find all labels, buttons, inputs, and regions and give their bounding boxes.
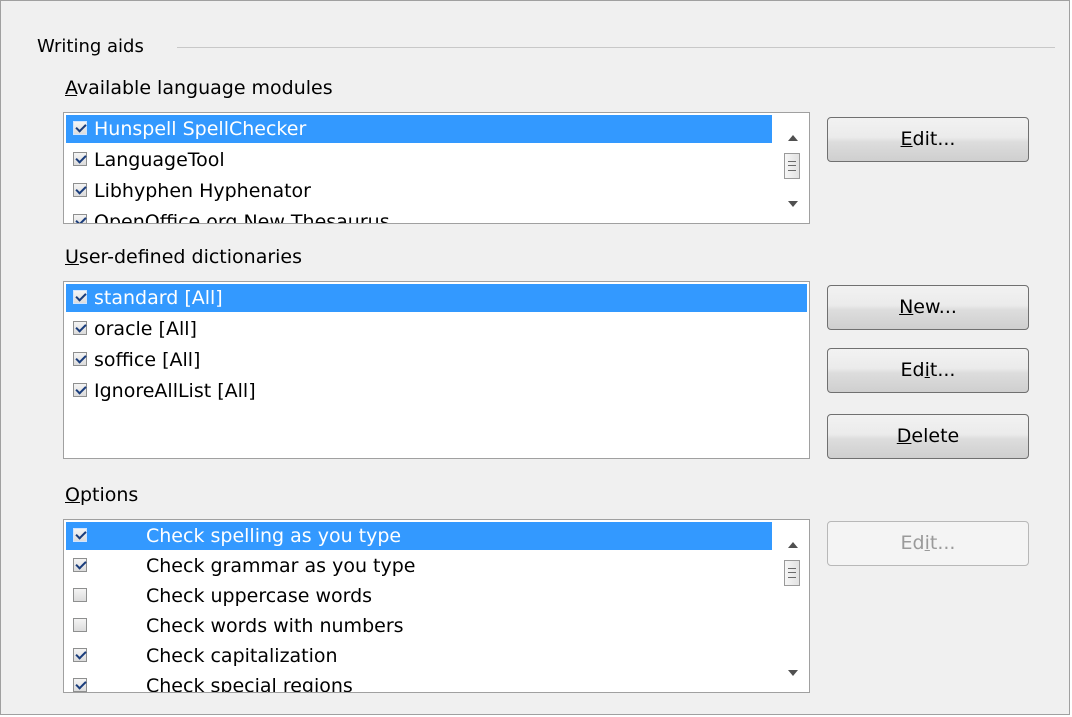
module-item-label: OpenOffice.org New Thesaurus <box>94 211 390 224</box>
checkbox[interactable] <box>73 558 87 572</box>
dictionary-item[interactable]: soffice [All] <box>66 346 807 374</box>
modules-label: Available language modules <box>65 77 333 99</box>
option-item[interactable]: Check grammar as you type <box>66 552 772 580</box>
checkbox[interactable] <box>73 321 87 335</box>
option-item[interactable]: Check spelling as you type <box>66 522 772 550</box>
checkbox[interactable] <box>73 121 87 135</box>
option-item-label: Check words with numbers <box>146 615 404 637</box>
checkbox[interactable] <box>73 290 87 304</box>
scroll-down-arrow-icon[interactable] <box>788 670 798 676</box>
scroll-thumb[interactable] <box>784 560 800 586</box>
module-item-label: LanguageTool <box>94 149 225 171</box>
scroll-up-arrow-icon[interactable] <box>788 542 798 548</box>
module-item[interactable]: LanguageTool <box>66 146 772 174</box>
checkbox[interactable] <box>73 214 87 223</box>
checkbox[interactable] <box>73 618 87 632</box>
module-item[interactable]: Hunspell SpellChecker <box>66 115 772 143</box>
options-label: Options <box>65 484 139 506</box>
option-item[interactable]: Check capitalization <box>66 642 772 670</box>
dictionary-item-label: soffice [All] <box>94 349 201 371</box>
new-dictionary-button[interactable]: New... <box>827 285 1029 330</box>
module-item-label: Libhyphen Hyphenator <box>94 180 311 202</box>
group-separator <box>177 47 1055 48</box>
modules-edit-button[interactable]: Edit... <box>827 117 1029 162</box>
dictionary-item[interactable]: IgnoreAllList [All] <box>66 377 807 405</box>
checkbox[interactable] <box>73 383 87 397</box>
option-item-label: Check grammar as you type <box>146 555 416 577</box>
checkbox[interactable] <box>73 183 87 197</box>
dictionary-item[interactable]: oracle [All] <box>66 315 807 343</box>
group-title: Writing aids <box>37 36 144 57</box>
dictionary-item[interactable]: standard [All] <box>66 284 807 312</box>
checkbox[interactable] <box>73 152 87 166</box>
option-item-label: Check spelling as you type <box>146 525 402 547</box>
module-item[interactable]: OpenOffice.org New Thesaurus <box>66 208 772 224</box>
options-list[interactable]: Check spelling as you type Check grammar … <box>63 519 810 693</box>
modules-list[interactable]: Hunspell SpellChecker LanguageTool Libhyph… <box>63 112 810 224</box>
scroll-down-arrow-icon[interactable] <box>788 201 798 207</box>
checkbox[interactable] <box>73 678 87 692</box>
dictionaries-list[interactable]: standard [All] oracle [All] soffice [All] I… <box>63 281 810 459</box>
edit-dictionary-button[interactable]: Edit... <box>827 348 1029 393</box>
option-item[interactable]: Check words with numbers <box>66 612 772 640</box>
option-item-label: Check capitalization <box>146 645 338 667</box>
option-item[interactable]: Check special regions <box>66 672 772 693</box>
option-item-label: Check special regions <box>146 675 353 693</box>
module-item-label: Hunspell SpellChecker <box>94 118 307 140</box>
module-item[interactable]: Libhyphen Hyphenator <box>66 177 772 205</box>
checkbox[interactable] <box>73 588 87 602</box>
checkbox[interactable] <box>73 528 87 542</box>
modules-scrollbar[interactable] <box>775 113 809 223</box>
option-item-label: Check uppercase words <box>146 585 373 607</box>
checkbox[interactable] <box>73 352 87 366</box>
scroll-up-arrow-icon[interactable] <box>788 135 798 141</box>
delete-dictionary-button[interactable]: Delete <box>827 414 1029 459</box>
scroll-thumb[interactable] <box>784 153 800 179</box>
dictionary-item-label: oracle [All] <box>94 318 197 340</box>
options-edit-button[interactable]: Edit... <box>827 521 1029 566</box>
dictionary-item-label: IgnoreAllList [All] <box>94 380 256 402</box>
dictionaries-label: User-defined dictionaries <box>65 246 303 268</box>
writing-aids-panel: Writing aids Available language modules … <box>0 0 1070 715</box>
options-scrollbar[interactable] <box>775 520 809 692</box>
option-item[interactable]: Check uppercase words <box>66 582 772 610</box>
dictionary-item-label: standard [All] <box>94 287 223 309</box>
checkbox[interactable] <box>73 648 87 662</box>
